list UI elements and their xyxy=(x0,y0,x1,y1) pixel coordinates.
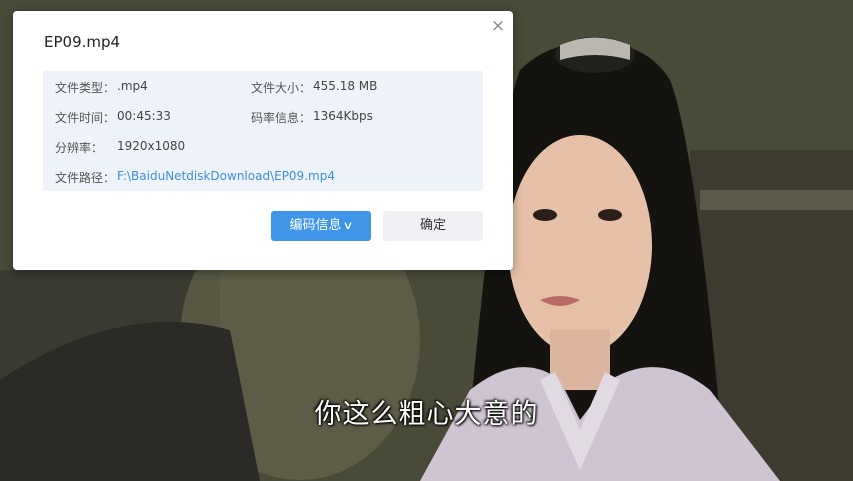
file-info-dialog: EP09.mp4 × 文件类型： .mp4 文件大小： 455.18 MB 文件… xyxy=(13,11,513,270)
file-info-panel: 文件类型： .mp4 文件大小： 455.18 MB 文件时间： 00:45:3… xyxy=(43,71,483,191)
file-path-link[interactable]: F:\BaiduNetdiskDownload\EP09.mp4 xyxy=(117,169,335,183)
video-subtitle: 你这么粗心大意的 xyxy=(314,399,539,430)
info-row-bitrate: 码率信息： 1364Kbps xyxy=(251,109,471,127)
info-row-type: 文件类型： .mp4 xyxy=(55,79,255,97)
file-type-value: .mp4 xyxy=(117,79,148,93)
info-row-resolution: 分辨率： 1920x1080 xyxy=(55,139,475,157)
bitrate-value: 1364Kbps xyxy=(313,109,373,123)
resolution-label: 分辨率： xyxy=(55,141,104,155)
info-row-time: 文件时间： 00:45:33 xyxy=(55,109,255,127)
file-path-label: 文件路径： xyxy=(55,171,116,185)
chevron-down-icon: ∨ xyxy=(342,219,355,232)
info-row-size: 文件大小： 455.18 MB xyxy=(251,79,471,97)
dialog-title: EP09.mp4 xyxy=(44,33,121,51)
resolution-value: 1920x1080 xyxy=(117,139,186,153)
ok-button[interactable]: 确定 xyxy=(383,211,483,241)
file-time-value: 00:45:33 xyxy=(117,109,171,123)
file-type-label: 文件类型： xyxy=(55,81,116,95)
file-size-label: 文件大小： xyxy=(251,81,312,95)
encoding-info-label: 编码信息 xyxy=(289,218,342,233)
file-size-value: 455.18 MB xyxy=(313,79,378,93)
encoding-info-button[interactable]: 编码信息∨ xyxy=(271,211,371,241)
info-row-path: 文件路径： F:\BaiduNetdiskDownload\EP09.mp4 xyxy=(55,169,475,187)
file-time-label: 文件时间： xyxy=(55,111,116,125)
bitrate-label: 码率信息： xyxy=(251,111,312,125)
close-icon[interactable]: × xyxy=(490,18,506,35)
